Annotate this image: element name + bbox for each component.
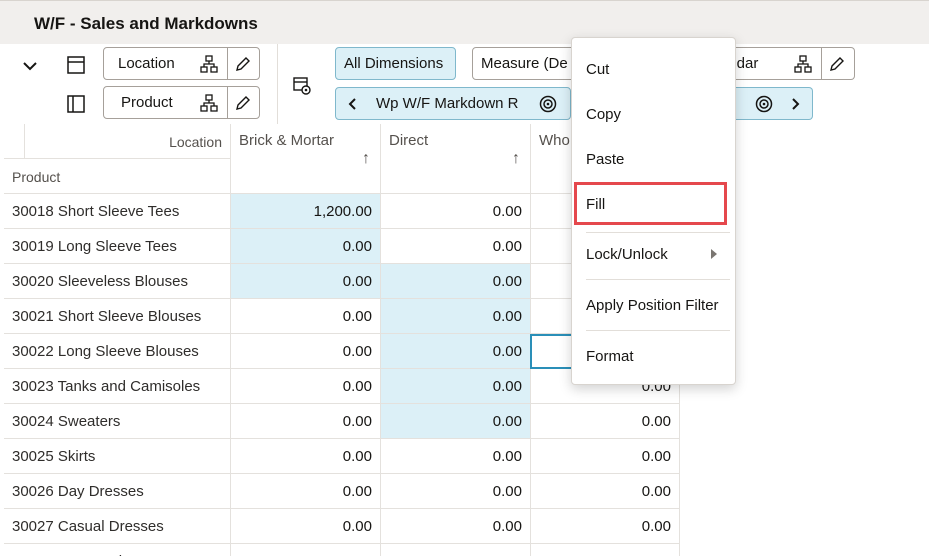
title-bar: W/F - Sales and Markdowns bbox=[0, 0, 929, 44]
grid-cell[interactable]: 0.00 bbox=[530, 544, 680, 556]
row-header[interactable]: 30018 Short Sleeve Tees bbox=[4, 194, 230, 229]
grid-cell[interactable]: 0.00 bbox=[230, 544, 380, 556]
grid-cell[interactable]: 0.00 bbox=[530, 474, 680, 509]
menu-divider bbox=[586, 279, 730, 280]
row-header[interactable]: 30028 Accessories bbox=[4, 544, 230, 556]
grid-cell[interactable]: 0.00 bbox=[230, 439, 380, 474]
grid-cell[interactable]: 0.00 bbox=[230, 299, 380, 334]
product-header: Product bbox=[12, 169, 61, 185]
edit-pencil-icon[interactable] bbox=[232, 54, 254, 74]
view-settings-icon[interactable] bbox=[290, 74, 314, 98]
product-label: Product bbox=[121, 94, 173, 111]
menu-divider bbox=[586, 330, 730, 331]
grid-cell[interactable]: 0.00 bbox=[380, 334, 530, 369]
edit-pencil-icon[interactable] bbox=[826, 54, 848, 74]
column-header-label: Who bbox=[539, 132, 570, 149]
column-header-label: Direct bbox=[389, 132, 429, 149]
menu-item-lock-unlock[interactable]: Lock/Unlock bbox=[572, 234, 737, 274]
grid-cell[interactable]: 0.00 bbox=[380, 439, 530, 474]
view-navigator: Wp W/F Markdown R bbox=[335, 87, 571, 120]
grid-cell[interactable]: 0.00 bbox=[230, 229, 380, 264]
chevron-left-icon[interactable] bbox=[342, 94, 362, 114]
location-header: Location bbox=[169, 134, 222, 150]
layout-columns-icon[interactable] bbox=[64, 92, 88, 116]
target-icon[interactable] bbox=[753, 94, 775, 114]
menu-item-fill[interactable]: Fill bbox=[572, 184, 737, 224]
menu-item-label: Format bbox=[586, 347, 634, 365]
hierarchy-icon[interactable] bbox=[198, 93, 220, 113]
page-title: W/F - Sales and Markdowns bbox=[34, 14, 258, 33]
row-header[interactable]: 30020 Sleeveless Blouses bbox=[4, 264, 230, 299]
all-dimensions-label: All Dimensions bbox=[344, 55, 444, 72]
grid-cell[interactable]: 0.00 bbox=[230, 334, 380, 369]
menu-item-label: Cut bbox=[586, 60, 610, 78]
menu-item-label: Copy bbox=[586, 105, 622, 123]
edit-pencil-icon[interactable] bbox=[232, 93, 254, 113]
grid-cell[interactable]: 0.00 bbox=[230, 474, 380, 509]
menu-divider bbox=[586, 232, 730, 233]
grid-cell[interactable]: 1,200.00 bbox=[230, 194, 380, 229]
location-dimension[interactable]: Location bbox=[103, 47, 260, 80]
grid-cell[interactable]: 0.00 bbox=[380, 229, 530, 264]
grid-cell[interactable]: 0.00 bbox=[380, 509, 530, 544]
toolbar: Location Product All Dimensions Measure … bbox=[0, 44, 929, 124]
column-header-label: Brick & Mortar bbox=[239, 132, 335, 149]
grid-cell[interactable]: 0.00 bbox=[230, 404, 380, 439]
menu-item-label: Lock/Unlock bbox=[586, 245, 668, 263]
menu-item-cut[interactable]: Cut bbox=[572, 49, 737, 89]
chevron-down-icon[interactable] bbox=[18, 54, 42, 78]
chevron-right-icon[interactable] bbox=[786, 94, 806, 114]
toolbar-divider bbox=[277, 44, 278, 124]
row-header[interactable]: 30019 Long Sleeve Tees bbox=[4, 229, 230, 264]
row-header[interactable]: 30024 Sweaters bbox=[4, 404, 230, 439]
arrow-up-icon[interactable]: ↑ bbox=[362, 150, 370, 168]
measure-dimension[interactable]: Measure (De bbox=[472, 47, 582, 80]
header-divider bbox=[24, 124, 25, 159]
row-header[interactable]: 30022 Long Sleeve Blouses bbox=[4, 334, 230, 369]
measure-label: Measure (De bbox=[481, 55, 568, 72]
grid-cell[interactable]: 0.00 bbox=[380, 264, 530, 299]
hierarchy-icon[interactable] bbox=[198, 54, 220, 74]
menu-item-apply-position-filter[interactable]: Apply Position Filter bbox=[572, 285, 737, 325]
menu-item-format[interactable]: Format bbox=[572, 336, 737, 376]
view-name[interactable]: Wp W/F Markdown R bbox=[376, 95, 519, 112]
grid-cell[interactable]: 0.00 bbox=[380, 369, 530, 404]
grid-cell[interactable]: 0.00 bbox=[380, 404, 530, 439]
row-header[interactable]: 30027 Casual Dresses bbox=[4, 509, 230, 544]
grid-cell[interactable]: 0.00 bbox=[230, 264, 380, 299]
product-header-cell: Product bbox=[4, 159, 230, 194]
location-header-cell: Location bbox=[4, 124, 230, 159]
grid-cell[interactable]: 0.00 bbox=[380, 544, 530, 556]
submenu-arrow-icon bbox=[711, 249, 717, 259]
row-header[interactable]: 30023 Tanks and Camisoles bbox=[4, 369, 230, 404]
context-menu: Cut Copy Paste Fill Lock/Unlock Apply Po… bbox=[571, 37, 736, 385]
hierarchy-icon[interactable] bbox=[792, 54, 814, 74]
menu-item-paste[interactable]: Paste bbox=[572, 139, 737, 179]
grid-cell[interactable]: 0.00 bbox=[380, 194, 530, 229]
arrow-up-icon[interactable]: ↑ bbox=[512, 150, 520, 168]
grid-cell[interactable]: 0.00 bbox=[530, 509, 680, 544]
grid-cell[interactable]: 0.00 bbox=[530, 404, 680, 439]
menu-item-copy[interactable]: Copy bbox=[572, 94, 737, 134]
row-header[interactable]: 30021 Short Sleeve Blouses bbox=[4, 299, 230, 334]
view-navigator-end bbox=[736, 87, 813, 120]
menu-item-label: Paste bbox=[586, 150, 625, 168]
product-dimension[interactable]: Product bbox=[103, 86, 260, 119]
grid-cell[interactable]: 0.00 bbox=[230, 369, 380, 404]
row-header[interactable]: 30025 Skirts bbox=[4, 439, 230, 474]
all-dimensions-button[interactable]: All Dimensions bbox=[335, 47, 456, 80]
column-header[interactable]: Direct ↑ bbox=[380, 124, 530, 194]
column-header[interactable]: Brick & Mortar ↑ bbox=[230, 124, 380, 194]
grid-cell[interactable]: 0.00 bbox=[380, 474, 530, 509]
menu-item-label: Fill bbox=[586, 195, 606, 213]
layout-rows-icon[interactable] bbox=[64, 53, 88, 77]
menu-item-label: Apply Position Filter bbox=[586, 296, 719, 314]
location-label: Location bbox=[118, 55, 175, 72]
row-header[interactable]: 30026 Day Dresses bbox=[4, 474, 230, 509]
grid-cell[interactable]: 0.00 bbox=[230, 509, 380, 544]
target-icon[interactable] bbox=[537, 94, 559, 114]
grid-cell[interactable]: 0.00 bbox=[380, 299, 530, 334]
grid-cell[interactable]: 0.00 bbox=[530, 439, 680, 474]
